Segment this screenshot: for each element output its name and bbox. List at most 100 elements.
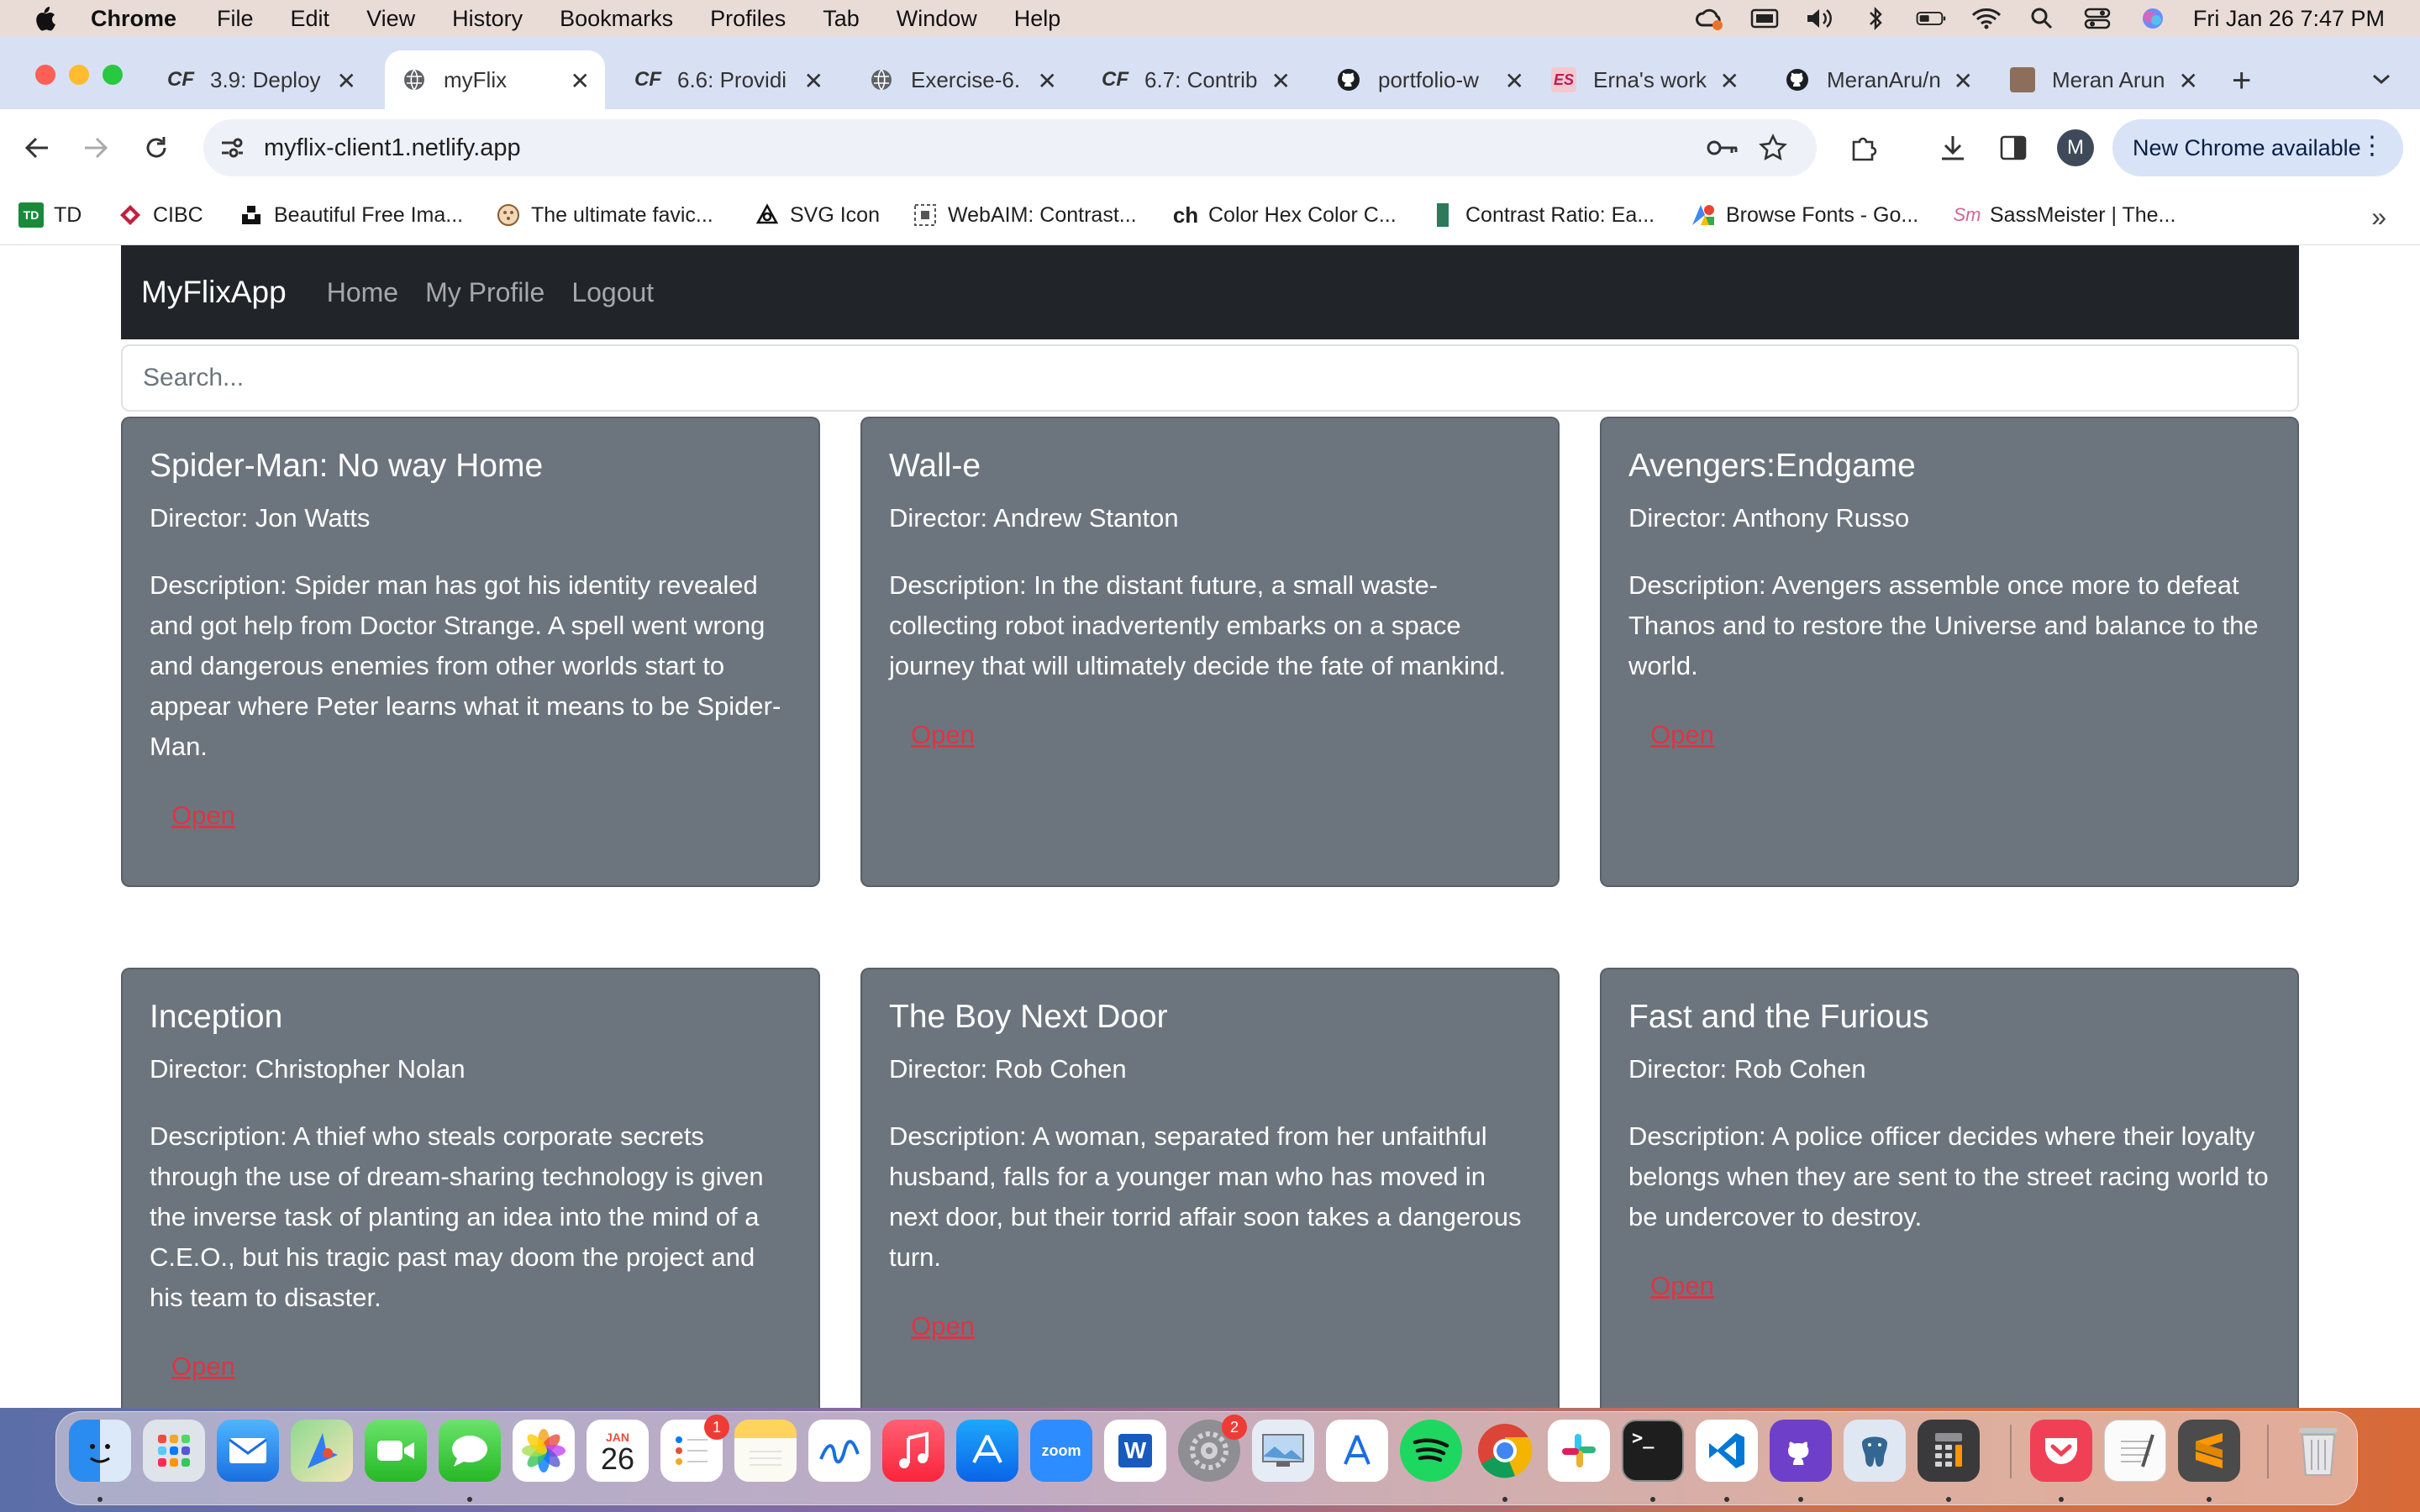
new-tab-button[interactable]: + (2232, 62, 2251, 100)
menu-profiles[interactable]: Profiles (710, 6, 786, 32)
terminal-icon[interactable]: >_ (1622, 1420, 1684, 1482)
app-brand[interactable]: MyFlixApp (141, 275, 287, 310)
tab-close-icon[interactable]: ✕ (1954, 67, 1973, 95)
more-options-icon[interactable]: ⋮ (2360, 131, 2385, 160)
tab-close-icon[interactable]: ✕ (1720, 67, 1739, 95)
tab-meran-arun[interactable]: Meran Arun ✕ (1993, 50, 2213, 109)
textedit-icon[interactable] (2104, 1420, 2166, 1482)
open-movie-link[interactable]: Open (1650, 720, 1714, 750)
preview-icon[interactable] (1252, 1420, 1314, 1482)
battery-icon[interactable] (1916, 8, 1946, 29)
nav-logout-link[interactable]: Logout (571, 277, 654, 308)
mail-icon[interactable] (217, 1420, 279, 1482)
tab-close-icon[interactable]: ✕ (1505, 67, 1524, 95)
launchpad-icon[interactable] (143, 1420, 205, 1482)
siri-icon[interactable] (2138, 8, 2168, 29)
slack-icon[interactable] (1548, 1420, 1610, 1482)
address-bar[interactable]: myflix-client1.netlify.app (203, 119, 1817, 176)
menu-clock[interactable]: Fri Jan 26 7:47 PM (2193, 6, 2385, 32)
bookmark-webaim[interactable]: WebAIM: Contrast... (913, 197, 1137, 234)
bookmark-cibc[interactable]: CIBC (118, 197, 203, 234)
side-panel-icon[interactable] (1995, 129, 2032, 166)
close-window-button[interactable] (35, 65, 55, 85)
spotlight-search-icon[interactable] (2027, 8, 2057, 29)
site-info-icon[interactable] (215, 131, 249, 165)
tab-close-icon[interactable]: ✕ (571, 67, 590, 95)
bookmark-color-hex[interactable]: ch Color Hex Color C... (1173, 197, 1397, 234)
google-chrome-icon[interactable] (1474, 1420, 1536, 1482)
tab-erna-work[interactable]: ES Erna's work ✕ (1534, 50, 1754, 109)
tab-portfolio[interactable]: portfolio-w ✕ (1319, 50, 1539, 109)
reload-button[interactable] (138, 129, 175, 166)
extensions-puzzle-icon[interactable] (1845, 129, 1882, 166)
notes-icon[interactable] (734, 1420, 797, 1482)
bluetooth-icon[interactable] (1860, 6, 1891, 31)
menu-view[interactable]: View (366, 6, 415, 32)
zoom-window-button[interactable] (103, 65, 123, 85)
movie-search-input[interactable] (121, 344, 2299, 412)
bookmark-td[interactable]: TD TD (18, 197, 82, 234)
screen-mirroring-icon[interactable] (1749, 8, 1780, 29)
tab-close-icon[interactable]: ✕ (2179, 67, 2198, 95)
menu-app-name[interactable]: Chrome (91, 6, 176, 32)
apple-menu-icon[interactable] (32, 4, 57, 33)
freeform-icon[interactable] (808, 1420, 871, 1482)
tab-close-icon[interactable]: ✕ (1271, 67, 1291, 95)
instruments-icon[interactable] (1326, 1420, 1388, 1482)
calendar-icon[interactable]: JAN 26 (587, 1420, 649, 1482)
finder-icon[interactable] (69, 1420, 131, 1482)
pocket-icon[interactable] (2030, 1420, 2092, 1482)
tab-cf-contrib[interactable]: CF 6.7: Contrib ✕ (1086, 50, 1306, 109)
tab-cf-providing[interactable]: CF 6.6: Providi ✕ (618, 50, 839, 109)
bookmark-contrast-ratio[interactable]: Contrast Ratio: Ea... (1430, 197, 1655, 234)
menu-edit[interactable]: Edit (291, 6, 330, 32)
menu-file[interactable]: File (217, 6, 254, 32)
bookmark-sassmeister[interactable]: Sm SassMeister | The... (1954, 197, 2176, 234)
volume-icon[interactable] (1805, 8, 1835, 29)
music-icon[interactable] (882, 1420, 944, 1482)
spotify-icon[interactable] (1400, 1420, 1462, 1482)
password-key-icon[interactable] (1704, 131, 1741, 165)
tab-cf-deploy[interactable]: CF 3.9: Deploy ✕ (151, 50, 371, 109)
tab-close-icon[interactable]: ✕ (804, 67, 823, 95)
bookmark-google-fonts[interactable]: Browse Fonts - Go... (1691, 197, 1918, 234)
calculator-icon[interactable] (1918, 1420, 1980, 1482)
facetime-icon[interactable] (365, 1420, 427, 1482)
open-movie-link[interactable]: Open (911, 1311, 975, 1341)
github-desktop-icon[interactable] (1770, 1420, 1832, 1482)
bookmark-unsplash[interactable]: Beautiful Free Ima... (239, 197, 463, 234)
open-movie-link[interactable]: Open (1650, 1271, 1714, 1301)
open-movie-link[interactable]: Open (171, 1352, 235, 1382)
photos-icon[interactable] (513, 1420, 575, 1482)
trash-icon[interactable] (2287, 1420, 2349, 1482)
new-chrome-available-button[interactable]: New Chrome available ⋮ (2112, 119, 2403, 176)
bookmark-star-icon[interactable] (1754, 129, 1791, 166)
menu-tab[interactable]: Tab (823, 6, 860, 32)
tab-close-icon[interactable]: ✕ (1038, 67, 1057, 95)
zoom-icon[interactable]: zoom (1030, 1420, 1092, 1482)
menu-help[interactable]: Help (1014, 6, 1061, 32)
app-store-icon[interactable] (956, 1420, 1018, 1482)
vscode-icon[interactable] (1696, 1420, 1758, 1482)
open-movie-link[interactable]: Open (911, 720, 975, 750)
download-icon[interactable] (1934, 129, 1971, 166)
creative-cloud-icon[interactable] (1694, 8, 1724, 30)
messages-icon[interactable] (439, 1420, 501, 1482)
more-bookmarks-chevron-icon[interactable]: » (2371, 202, 2386, 233)
control-center-icon[interactable] (2082, 8, 2112, 29)
wifi-icon[interactable] (1971, 8, 2002, 29)
tab-exercise[interactable]: Exercise-6. ✕ (852, 50, 1072, 109)
tab-search-chevron-icon[interactable] (2371, 66, 2391, 92)
maps-icon[interactable] (291, 1420, 353, 1482)
minimize-window-button[interactable] (69, 65, 89, 85)
tab-myflix[interactable]: myFlix ✕ (385, 50, 605, 109)
nav-my-profile-link[interactable]: My Profile (425, 277, 544, 308)
bookmark-svg-icon[interactable]: SVG Icon (755, 197, 880, 234)
back-button[interactable] (18, 129, 55, 166)
nav-home-link[interactable]: Home (327, 277, 398, 308)
forward-button[interactable] (77, 129, 114, 166)
open-movie-link[interactable]: Open (171, 801, 235, 831)
url-text[interactable]: myflix-client1.netlify.app (264, 134, 521, 162)
bookmark-favicon[interactable]: The ultimate favic... (496, 197, 713, 234)
menu-bookmarks[interactable]: Bookmarks (560, 6, 673, 32)
